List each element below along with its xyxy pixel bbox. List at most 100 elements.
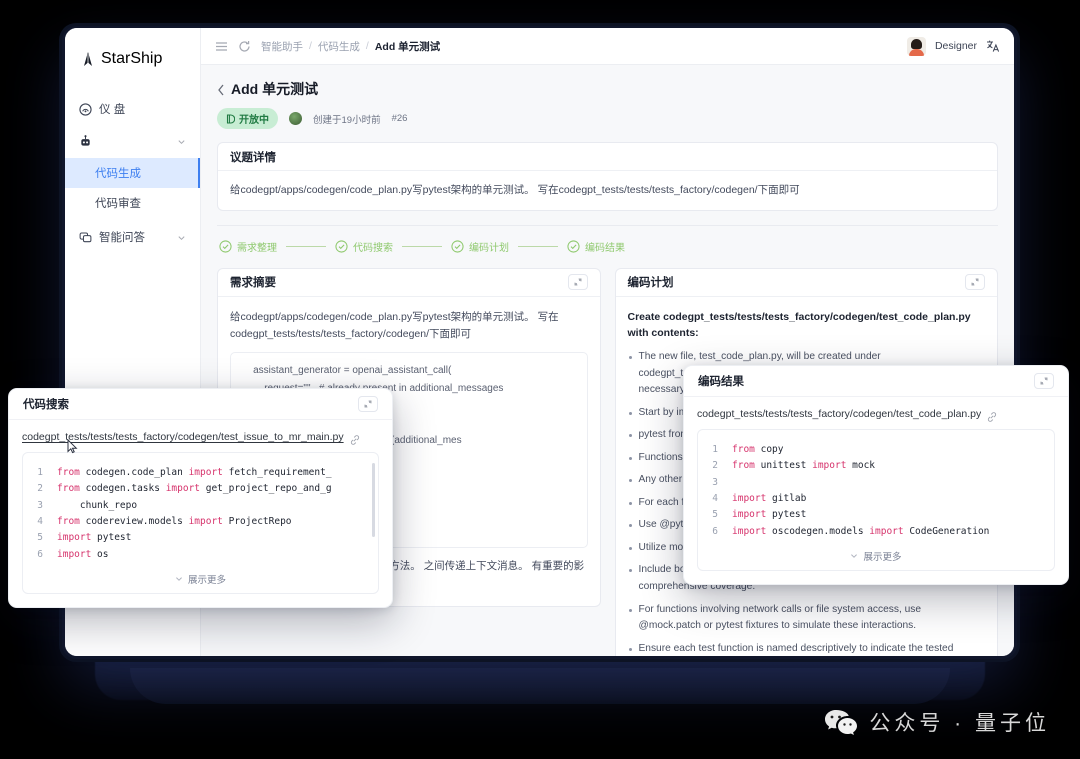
code-text: from codegen.code_plan import fetch_requ… — [57, 467, 332, 478]
code-line: 3 chunk_repo — [23, 498, 378, 514]
requirement-summary-header: 需求摘要 — [218, 269, 600, 297]
line-number: 6 — [37, 548, 43, 560]
breadcrumb: 智能助手 / 代码生成 / Add 单元测试 — [261, 39, 440, 54]
sidebar-item-assistant[interactable] — [65, 126, 200, 156]
refresh-icon[interactable] — [238, 40, 251, 53]
coding-plan-header: 编码计划 — [615, 269, 997, 297]
laptop-base — [130, 668, 950, 704]
code-line: 1 from copy — [698, 442, 1054, 458]
sidebar-subitem-label: 代码生成 — [95, 168, 141, 180]
file-path-link[interactable]: codegpt_tests/tests/tests_factory/codege… — [697, 408, 981, 420]
expand-button[interactable] — [1034, 373, 1054, 389]
expand-button[interactable] — [965, 274, 985, 291]
show-more-button[interactable]: 展示更多 — [23, 563, 378, 589]
step-item[interactable]: 需求整理 — [219, 239, 277, 254]
hamburger-icon[interactable] — [215, 40, 228, 53]
line-number: 3 — [712, 476, 718, 488]
progress-steps: 需求整理 代码搜索 编码计划 编码结果 — [217, 239, 998, 254]
requirement-summary-title: 需求摘要 — [230, 277, 276, 290]
code-text: from copy — [732, 444, 784, 455]
page-header: Add 单元测试 — [217, 79, 998, 99]
code-lines: 1 from copy 2 from unittest import mock 3 4 im… — [698, 442, 1054, 540]
code-text: chunk_repo — [57, 499, 138, 511]
show-more-label: 展示更多 — [187, 574, 226, 586]
code-text: import pytest — [732, 509, 807, 521]
code-text: from codegen.tasks import get_project_re… — [57, 483, 332, 495]
avatar[interactable] — [906, 36, 926, 56]
expand-button[interactable] — [567, 274, 588, 291]
step-label: 编码计划 — [469, 242, 509, 254]
coding-plan-lead: Create codegpt_tests/tests/tests_factory… — [627, 310, 971, 340]
show-more-button[interactable]: 展示更多 — [698, 540, 1054, 566]
coding-result-title: 编码结果 — [698, 376, 744, 388]
sidebar-item-code-review[interactable]: 代码审查 — [65, 188, 200, 218]
watermark-text: 公众号 · 量子位 — [869, 712, 1050, 735]
step-item[interactable]: 代码搜索 — [335, 239, 393, 254]
sidebar-item-label: 仪 盘 — [99, 104, 126, 116]
coding-plan-title: 编码计划 — [627, 277, 674, 290]
breadcrumb-item-2[interactable]: 代码生成 — [318, 39, 360, 54]
coding-result-body: codegpt_tests/tests/tests_factory/codege… — [684, 397, 1068, 584]
top-bar-right: Designer — [906, 36, 1000, 56]
brand-name: StarShip — [101, 50, 163, 67]
line-number: 6 — [712, 525, 718, 537]
check-circle-icon — [567, 240, 580, 253]
line-number: 5 — [712, 509, 718, 521]
code-line: 4 from codereview.models import ProjectRe… — [23, 514, 378, 530]
step-connector — [286, 245, 326, 247]
check-circle-icon — [219, 240, 232, 253]
chevron-down-icon — [177, 233, 186, 242]
breadcrumb-item-1[interactable]: 智能助手 — [261, 39, 303, 54]
link-icon[interactable] — [350, 432, 360, 445]
step-item[interactable]: 编码结果 — [567, 239, 625, 254]
issue-detail-card: 议题详情 给codegpt/apps/codegen/code_plan.py写… — [217, 142, 998, 211]
user-name: Designer — [934, 40, 977, 52]
issue-open-icon — [226, 113, 236, 124]
back-chevron-icon[interactable] — [217, 83, 225, 96]
top-bar: 智能助手 / 代码生成 / Add 单元测试 Designer — [201, 28, 1014, 65]
line-number: 3 — [37, 499, 43, 511]
code-text: import os — [57, 548, 109, 560]
step-connector — [402, 245, 442, 247]
breadcrumb-separator: / — [309, 40, 312, 52]
sidebar-item-dashboard[interactable]: 仪 盘 — [65, 94, 200, 124]
brand: StarShip — [65, 50, 200, 94]
sidebar-item-code-generation[interactable]: 代码生成 — [65, 158, 200, 188]
wechat-icon — [824, 709, 858, 736]
chat-icon — [79, 231, 92, 244]
code-line: 1 from codegen.code_plan import fetch_req… — [23, 465, 378, 481]
link-icon[interactable] — [987, 409, 997, 422]
line-number: 4 — [712, 492, 718, 504]
screenshot-root: StarShip 仪 盘 代码生成 代码审查 智能问答 智能助手 / 代码生成 … — [0, 0, 1080, 759]
line-number: 1 — [712, 444, 718, 455]
code-line: 6 import os — [23, 547, 378, 563]
code-search-codeblock: 1 from codegen.code_plan import fetch_req… — [22, 452, 379, 594]
code-search-body: codegpt_tests/tests/tests_factory/codege… — [9, 420, 392, 607]
robot-icon — [79, 134, 92, 148]
breadcrumb-item-current: Add 单元测试 — [374, 40, 441, 53]
code-text: from unittest import mock — [732, 460, 876, 472]
created-time: 创建于19小时前 — [313, 114, 381, 126]
breadcrumb-separator: / — [365, 40, 369, 52]
status-badge-label: 开放中 — [239, 115, 269, 126]
expand-button[interactable] — [358, 396, 378, 412]
code-text: from codereview.models import ProjectRep… — [57, 515, 292, 527]
code-text: import pytest — [57, 532, 132, 544]
code-text: import oscodegen.models import CodeGener… — [732, 525, 990, 537]
chevron-down-icon — [177, 137, 186, 146]
code-search-popup: 代码搜索 codegpt_tests/tests/tests_factory/c… — [8, 388, 393, 608]
step-item[interactable]: 编码计划 — [451, 239, 509, 254]
sidebar-item-label: 智能问答 — [99, 232, 145, 244]
line-number: 5 — [37, 532, 43, 544]
list-item: For functions involving network calls or… — [628, 602, 986, 635]
code-search-header: 代码搜索 — [9, 389, 392, 420]
file-path-link[interactable]: codegpt_tests/tests/tests_factory/codege… — [22, 431, 344, 443]
code-lines: 1 from codegen.code_plan import fetch_req… — [23, 465, 378, 563]
code-scrollbar[interactable] — [372, 463, 375, 537]
status-badge: 开放中 — [217, 108, 278, 129]
translate-icon[interactable] — [986, 39, 1000, 53]
starship-logo-icon — [81, 51, 95, 67]
sidebar-item-smart-qa[interactable]: 智能问答 — [65, 222, 200, 252]
code-line: 3 — [698, 475, 1054, 491]
code-line: 2 from codegen.tasks import get_project_r… — [23, 481, 378, 497]
